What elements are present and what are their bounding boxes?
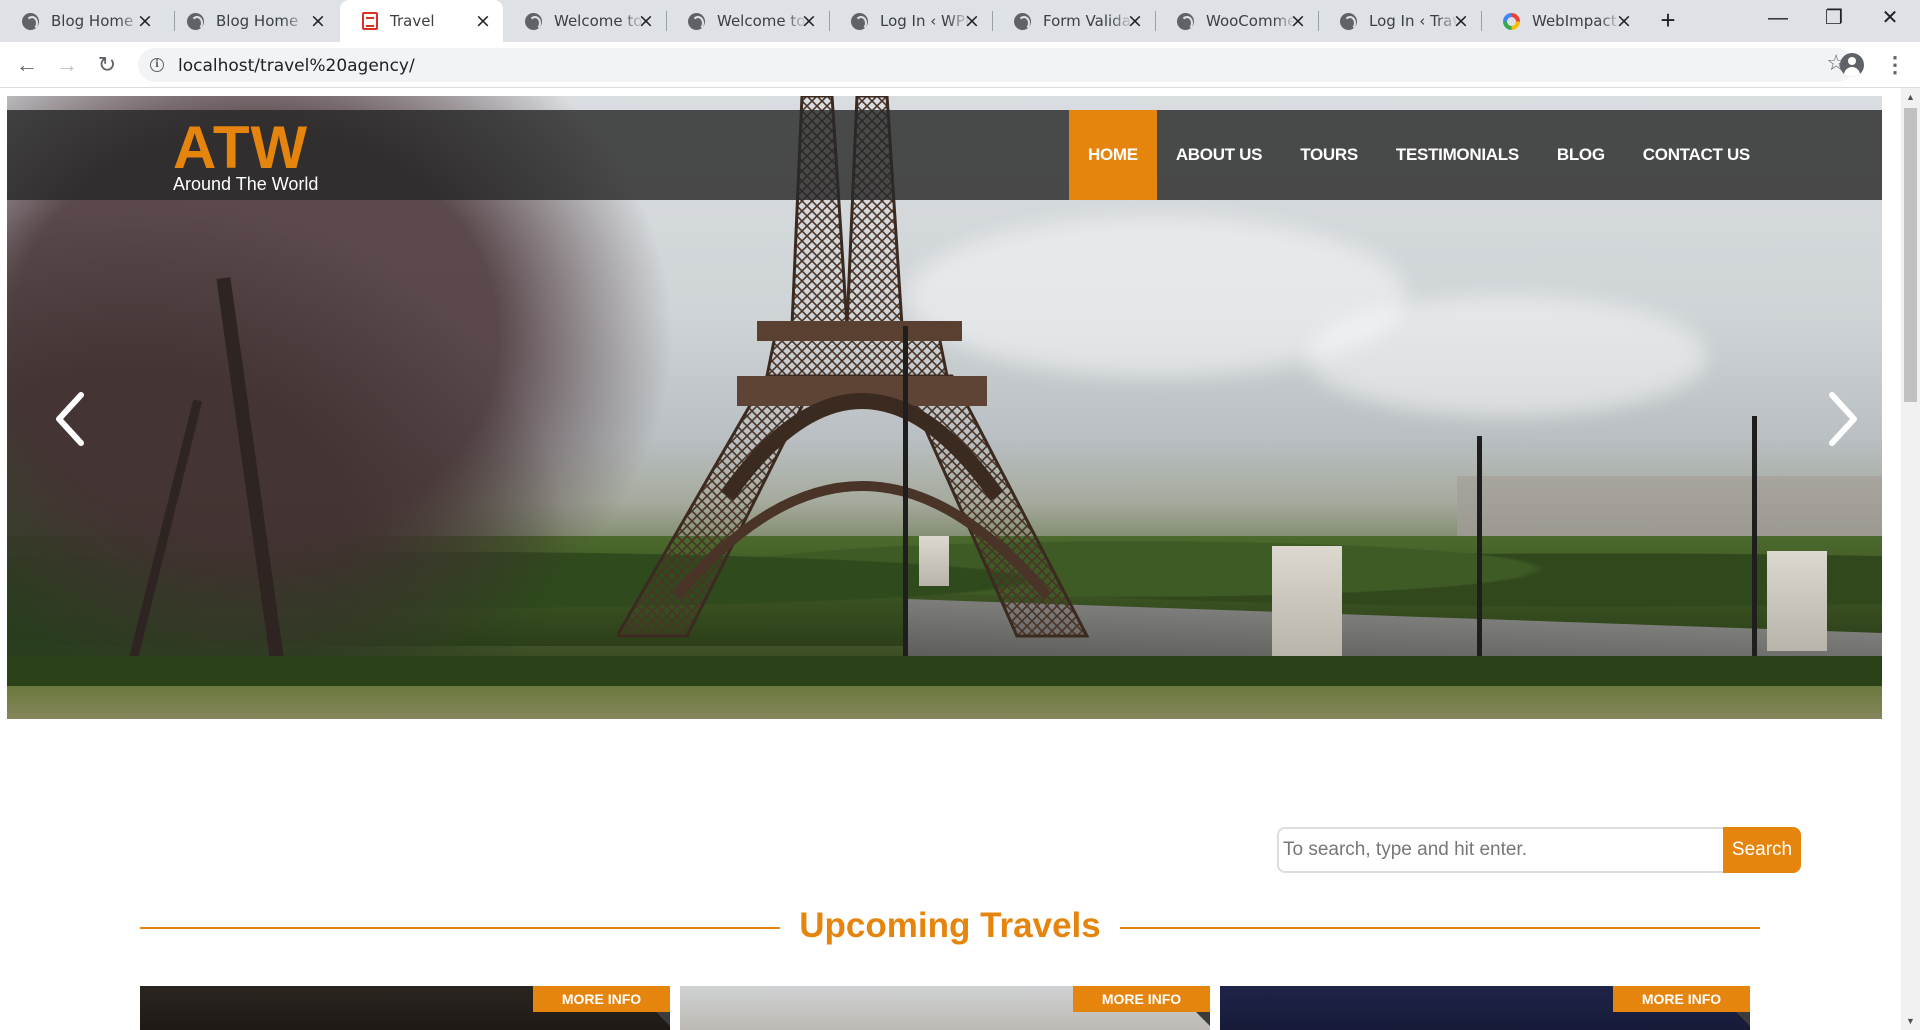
tab-title: Welcome to <box>554 12 643 30</box>
tab-title: Log In ‹ WPD <box>880 12 970 30</box>
close-tab-icon[interactable]: × <box>799 11 819 31</box>
lamp-post <box>1477 436 1482 656</box>
page-scrollbar[interactable]: ▲ ▼ <box>1901 88 1920 1030</box>
browser-tab[interactable]: WooComme × <box>1155 0 1318 42</box>
reload-icon[interactable]: ↻ <box>92 50 122 80</box>
tab-strip: Blog Home × Blog Home × Travel × Welcome… <box>0 0 1920 42</box>
close-tab-icon[interactable]: × <box>1451 11 1471 31</box>
menu-item-contact-us[interactable]: CONTACT US <box>1624 110 1769 200</box>
statue-pedestal <box>1767 551 1827 651</box>
section-title: Upcoming Travels <box>799 906 1101 945</box>
site-info-icon[interactable]: i <box>150 58 164 72</box>
slider-next-arrow-icon[interactable] <box>1822 391 1862 447</box>
browser-tab[interactable]: WebImpact × <box>1481 0 1644 42</box>
close-tab-icon[interactable]: × <box>1125 11 1145 31</box>
profile-avatar-icon[interactable] <box>1840 53 1864 77</box>
tab-title: WooComme <box>1206 12 1296 30</box>
statue-pedestal <box>919 536 949 586</box>
more-info-button[interactable]: MORE INFO <box>1073 986 1210 1026</box>
logo-brand: ATW <box>173 114 309 181</box>
tab-title: Blog Home <box>51 12 134 30</box>
search-button[interactable]: Search <box>1723 827 1801 873</box>
search-input[interactable] <box>1277 827 1725 873</box>
new-tab-button[interactable]: + <box>1655 7 1681 34</box>
browser-tab[interactable]: Blog Home × <box>0 0 165 42</box>
back-arrow-icon[interactable]: ← <box>12 50 42 80</box>
browser-tab-active[interactable]: Travel × <box>340 0 503 42</box>
page-icon <box>362 12 378 30</box>
globe-icon <box>22 12 39 30</box>
scroll-up-arrow-icon[interactable]: ▲ <box>1901 88 1920 106</box>
menu-item-testimonials[interactable]: TESTIMONIALS <box>1377 110 1538 200</box>
menu-item-tours[interactable]: TOURS <box>1281 110 1377 200</box>
close-window-button[interactable]: ✕ <box>1862 0 1918 36</box>
more-info-button[interactable]: MORE INFO <box>533 986 670 1026</box>
browser-tab[interactable]: Welcome to × <box>503 0 666 42</box>
forward-arrow-icon[interactable]: → <box>52 50 82 80</box>
minimize-button[interactable]: — <box>1750 0 1806 36</box>
travel-card[interactable]: MORE INFO <box>680 986 1210 1030</box>
site-logo[interactable]: ATW Around The World <box>173 116 318 195</box>
browser-tab[interactable]: Blog Home × <box>165 0 338 42</box>
main-menu: HOME ABOUT US TOURS TESTIMONIALS BLOG CO… <box>1069 110 1769 200</box>
heading-divider-right <box>1120 927 1760 929</box>
tab-title: Travel <box>390 12 435 30</box>
browser-toolbar: ← → ↻ i localhost/travel%20agency/ ☆ ⋮ <box>0 42 1920 88</box>
site-header: ATW Around The World HOME ABOUT US TOURS… <box>7 110 1882 200</box>
address-bar[interactable]: i localhost/travel%20agency/ ☆ <box>138 48 1854 82</box>
travel-card[interactable]: MORE INFO <box>140 986 670 1030</box>
hero-slider: ATW Around The World HOME ABOUT US TOURS… <box>7 96 1882 719</box>
globe-icon <box>1340 12 1357 30</box>
browser-tab[interactable]: Welcome to × <box>666 0 829 42</box>
browser-tab[interactable]: Form Validati × <box>992 0 1155 42</box>
travel-card[interactable]: MORE INFO <box>1220 986 1750 1030</box>
tab-title: WebImpact <box>1532 12 1617 30</box>
close-tab-icon[interactable]: × <box>473 11 493 31</box>
url-text: localhost/travel%20agency/ <box>178 56 415 76</box>
close-tab-icon[interactable]: × <box>636 11 656 31</box>
tab-title: Blog Home <box>216 12 299 30</box>
tab-title: Log In ‹ Trav <box>1369 12 1459 30</box>
cloud <box>1307 296 1707 416</box>
browser-tab[interactable]: Log In ‹ WPD × <box>829 0 992 42</box>
statue-pedestal <box>1272 546 1342 656</box>
page-viewport: ATW Around The World HOME ABOUT US TOURS… <box>0 88 1920 1030</box>
close-tab-icon[interactable]: × <box>1614 11 1634 31</box>
menu-item-about-us[interactable]: ABOUT US <box>1157 110 1281 200</box>
menu-item-blog[interactable]: BLOG <box>1538 110 1624 200</box>
tab-title: Form Validati <box>1043 12 1133 30</box>
globe-icon <box>1014 12 1031 30</box>
lawn <box>7 686 1882 719</box>
close-tab-icon[interactable]: × <box>135 11 155 31</box>
scrollbar-thumb[interactable] <box>1904 108 1917 402</box>
globe-icon <box>851 12 868 30</box>
slider-prev-arrow-icon[interactable] <box>51 391 91 447</box>
scroll-down-arrow-icon[interactable]: ▼ <box>1901 1012 1920 1030</box>
heading-divider-left <box>140 927 780 929</box>
logo-tagline: Around The World <box>173 174 319 194</box>
close-tab-icon[interactable]: × <box>308 11 328 31</box>
globe-icon <box>187 12 204 30</box>
globe-icon <box>525 12 542 30</box>
lamp-post <box>903 326 908 666</box>
close-tab-icon[interactable]: × <box>1288 11 1308 31</box>
lamp-post <box>1752 416 1757 656</box>
globe-icon <box>1177 12 1194 30</box>
browser-menu-icon[interactable]: ⋮ <box>1884 52 1906 78</box>
more-info-button[interactable]: MORE INFO <box>1613 986 1750 1026</box>
menu-item-home[interactable]: HOME <box>1069 110 1157 200</box>
restore-button[interactable]: ❐ <box>1806 0 1862 36</box>
search-form: Search <box>1277 827 1801 873</box>
globe-icon <box>688 12 705 30</box>
tab-title: Welcome to <box>717 12 806 30</box>
browser-tab[interactable]: Log In ‹ Trav × <box>1318 0 1481 42</box>
close-tab-icon[interactable]: × <box>962 11 982 31</box>
webimpact-icon <box>1503 12 1520 30</box>
